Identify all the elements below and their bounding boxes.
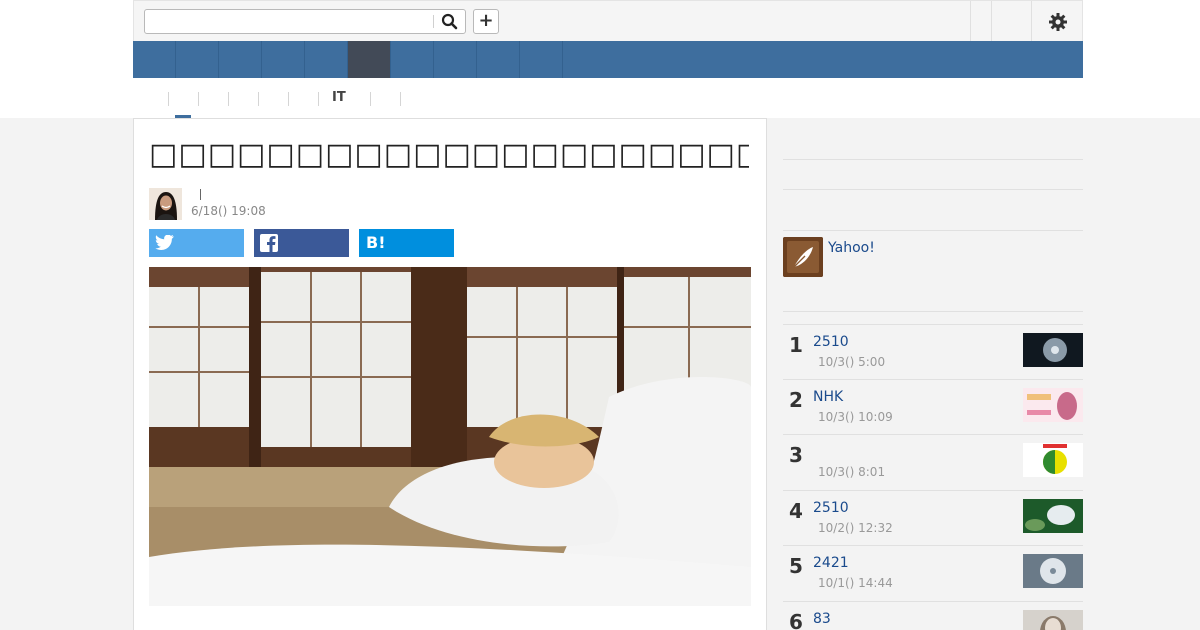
ranking-item[interactable]: 2 NHK 10/3() 10:09 [783,379,1083,434]
subnav-divider [400,92,401,106]
ranking-item[interactable]: 3 10/3() 8:01 [783,434,1083,489]
twitter-icon [155,235,175,250]
ranking-number: 1 [789,333,803,357]
hatena-icon: B! [366,233,386,252]
nav-item[interactable] [176,41,219,78]
author-avatar[interactable] [149,188,182,220]
ranking-title[interactable]: 2510 [813,500,849,516]
search-button[interactable] [439,12,461,32]
toolbar-divider [970,1,971,41]
ranking-date: 10/3() 8:01 [818,465,886,479]
subnav-divider [228,92,229,106]
article-hero-image [149,267,751,606]
search-box [144,9,466,34]
ranking-thumbnail[interactable] [1023,388,1083,422]
ranking-thumbnail[interactable] [1023,499,1083,533]
ranking-title[interactable]: NHK [813,389,843,405]
site-header: + IT [0,0,1200,118]
ranking-title[interactable]: 2510 [813,334,849,350]
top-toolbar: + [133,0,1083,41]
search-divider [433,15,434,28]
ranking-item[interactable]: 4 2510 10/2() 12:32 [783,490,1083,545]
ranking-title[interactable]: 2421 [813,555,849,571]
subnav-divider [318,92,319,106]
toolbar-divider [991,1,992,41]
ranking-date: 10/1() 14:44 [818,576,893,590]
sidebar-divider [783,159,1083,160]
subnav-divider [258,92,259,106]
article-date: 6/18() 19:08 [191,204,266,218]
sub-category-nav: IT [133,88,1083,118]
author-separator [200,189,201,200]
ranking-number: 5 [789,554,803,578]
facebook-icon [260,234,278,252]
article-panel: □□□□□□□□□□□□□□□□□□□□□□□□□ 6/18() 19:08 B… [133,118,767,630]
nav-item[interactable] [391,41,434,78]
nav-item[interactable] [305,41,348,78]
hatena-share-button[interactable]: B! [359,229,454,257]
sidebar-divider [783,311,1083,312]
yahoo-link[interactable]: Yahoo! [828,240,875,256]
nav-item[interactable] [219,41,262,78]
ranking-title[interactable]: 83 [813,611,831,627]
ranking-date: 10/3() 5:00 [818,355,886,369]
subnav-divider [370,92,371,106]
sidebar-divider [783,189,1083,190]
toolbar-divider [1031,1,1032,41]
subnav-divider [168,92,169,106]
ranking-thumbnail[interactable] [1023,610,1083,630]
article-title: □□□□□□□□□□□□□□□□□□□□□□□□□ [149,137,749,172]
plus-icon: + [478,10,494,31]
subnav-divider [288,92,289,106]
search-input[interactable] [145,10,431,33]
add-button[interactable]: + [473,9,499,34]
ranking-thumbnail[interactable] [1023,443,1083,477]
yahoo-feather-icon[interactable] [783,237,823,277]
gear-icon [1049,13,1067,31]
ranking-number: 2 [789,388,803,412]
twitter-share-button[interactable] [149,229,244,257]
ranking-thumbnail[interactable] [1023,554,1083,588]
ranking-number: 6 [789,610,803,630]
ranking-item[interactable]: 5 2421 10/1() 14:44 [783,545,1083,600]
ranking-number: 3 [789,443,803,467]
nav-item-active[interactable] [348,41,391,78]
category-nav [133,41,1083,78]
ranking-date: 10/3() 10:09 [818,410,893,424]
nav-item[interactable] [434,41,477,78]
nav-item[interactable] [520,41,563,78]
nav-item[interactable] [262,41,305,78]
ranking-item[interactable]: 1 2510 10/3() 5:00 [783,324,1083,379]
facebook-share-button[interactable] [254,229,349,257]
subnav-item-it[interactable]: IT [332,90,346,105]
ranking-item[interactable]: 6 83 [783,601,1083,630]
nav-item[interactable] [133,41,176,78]
subnav-divider [198,92,199,106]
ranking-thumbnail[interactable] [1023,333,1083,367]
ranking-number: 4 [789,499,803,523]
sidebar-divider [783,230,1083,231]
ranking-date: 10/2() 12:32 [818,521,893,535]
settings-button[interactable] [1047,11,1069,33]
nav-item[interactable] [477,41,520,78]
search-icon [441,13,458,30]
sidebar: Yahoo! 1 2510 10/3() 5:00 2 NHK 10/3() 1… [783,118,1083,630]
